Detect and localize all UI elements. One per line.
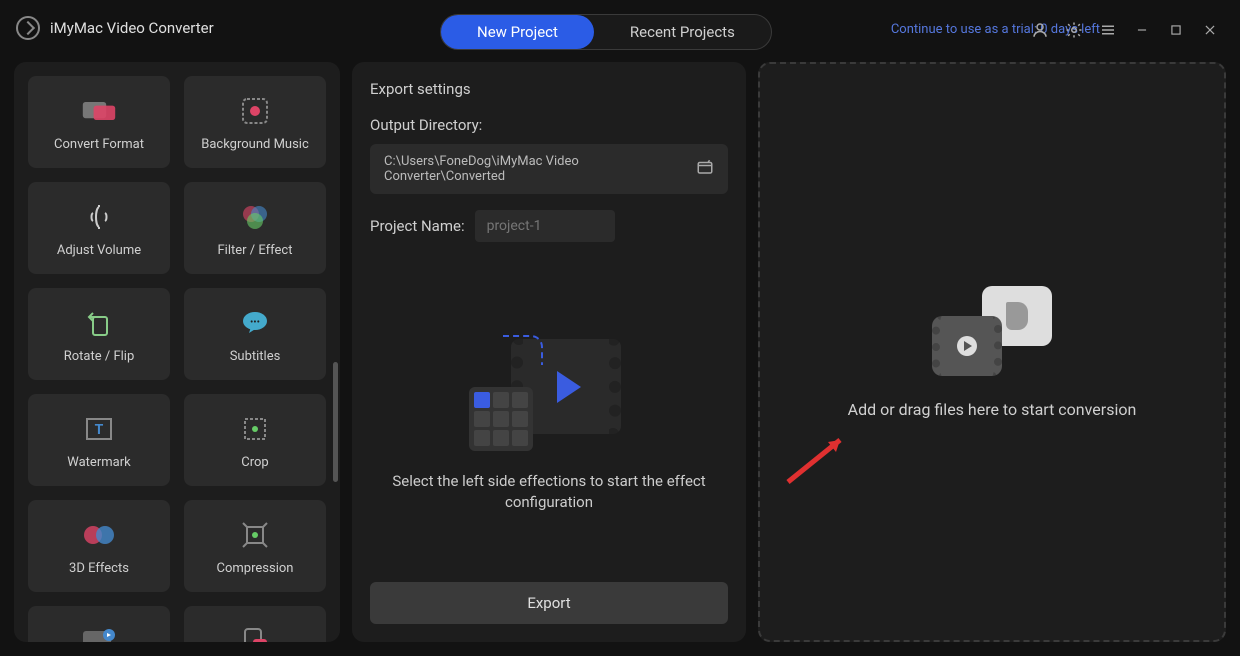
preview-area: Select the left side effections to start…	[370, 262, 728, 582]
volume-icon	[81, 199, 117, 235]
export-button[interactable]: Export	[370, 582, 728, 624]
tool-label: Compression	[217, 561, 294, 576]
tool-label: Crop	[241, 455, 268, 470]
tools-sidebar: Convert Format Background Music Adjust Vol…	[14, 62, 340, 642]
config-graphic-icon	[469, 331, 629, 451]
main-layout: Convert Format Background Music Adjust Vol…	[0, 56, 1240, 656]
minimize-icon[interactable]	[1132, 20, 1152, 40]
folder-open-icon[interactable]	[696, 158, 714, 180]
user-icon[interactable]	[1030, 20, 1050, 40]
filter-icon	[237, 199, 273, 235]
tool-convert[interactable]: Convert Format	[28, 76, 170, 168]
tool-screenshot[interactable]: Screenshot	[184, 606, 326, 642]
hamburger-icon[interactable]	[1098, 20, 1118, 40]
svg-text:T: T	[95, 422, 104, 438]
export-settings-title: Export settings	[370, 80, 728, 98]
id3-icon	[81, 623, 117, 643]
maximize-icon[interactable]	[1166, 20, 1186, 40]
tool-label: Convert Format	[54, 137, 144, 152]
tool-crop[interactable]: Crop	[184, 394, 326, 486]
rotate-icon	[81, 305, 117, 341]
tab-new-project[interactable]: New Project	[441, 15, 594, 49]
tool-label: Watermark	[67, 455, 130, 470]
output-directory-value: C:\Users\FoneDog\iMyMac Video Converter\…	[384, 154, 696, 184]
tab-group: New Project Recent Projects	[440, 14, 772, 50]
tool-compress[interactable]: Compression	[184, 500, 326, 592]
titlebar: iMyMac Video Converter New Project Recen…	[0, 0, 1240, 56]
svg-text:•••: •••	[250, 317, 260, 328]
crop-icon	[237, 411, 273, 447]
red-arrow-annotation-icon	[780, 430, 860, 490]
app-logo-icon	[16, 16, 40, 40]
header-icons	[1030, 20, 1220, 40]
tool-filter[interactable]: Filter / Effect	[184, 182, 326, 274]
compress-icon	[237, 517, 273, 553]
project-name-label: Project Name:	[370, 217, 465, 235]
scrollbar-thumb[interactable]	[333, 362, 338, 482]
close-icon[interactable]	[1200, 20, 1220, 40]
tool-watermark[interactable]: T Watermark	[28, 394, 170, 486]
tool-label: Background Music	[201, 137, 309, 152]
gear-icon[interactable]	[1064, 20, 1084, 40]
output-directory-label: Output Directory:	[370, 116, 728, 134]
subtitles-icon: •••	[237, 305, 273, 341]
tab-recent-projects[interactable]: Recent Projects	[594, 15, 771, 49]
tool-label: Rotate / Flip	[64, 349, 135, 364]
tool-label: Filter / Effect	[218, 243, 293, 258]
project-name-row: Project Name:	[370, 210, 728, 242]
tool-label: 3D Effects	[69, 561, 129, 576]
drop-graphic-icon	[932, 286, 1052, 376]
watermark-icon: T	[81, 411, 117, 447]
drop-hint-text: Add or drag files here to start conversi…	[848, 400, 1137, 419]
tool-subtitles[interactable]: ••• Subtitles	[184, 288, 326, 380]
convert-icon	[81, 93, 117, 129]
tool-music[interactable]: Background Music	[184, 76, 326, 168]
tool-3d[interactable]: 3D Effects	[28, 500, 170, 592]
music-icon	[237, 93, 273, 129]
tool-label: Subtitles	[230, 349, 281, 364]
tool-volume[interactable]: Adjust Volume	[28, 182, 170, 274]
screenshot-icon	[237, 623, 273, 643]
tool-id3[interactable]: ID3	[28, 606, 170, 642]
tool-label: Adjust Volume	[57, 243, 141, 258]
file-drop-zone[interactable]: Add or drag files here to start conversi…	[758, 62, 1226, 642]
project-name-input[interactable]	[475, 210, 615, 242]
export-panel: Export settings Output Directory: C:\Use…	[352, 62, 746, 642]
3d-icon	[81, 517, 117, 553]
tool-rotate[interactable]: Rotate / Flip	[28, 288, 170, 380]
config-hint-text: Select the left side effections to start…	[370, 471, 728, 513]
app-title: iMyMac Video Converter	[50, 19, 214, 37]
output-directory-field[interactable]: C:\Users\FoneDog\iMyMac Video Converter\…	[370, 144, 728, 194]
